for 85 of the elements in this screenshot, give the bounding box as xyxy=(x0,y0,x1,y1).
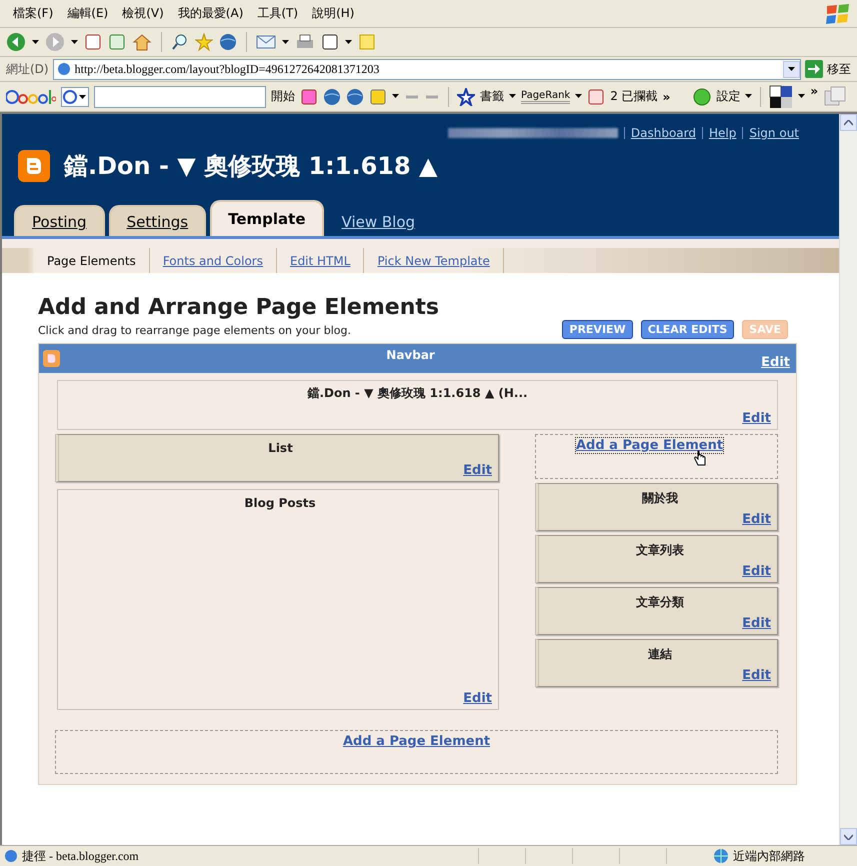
hand-cursor-icon xyxy=(693,450,708,468)
page-widget[interactable]: 關於我 Edit xyxy=(535,483,778,531)
caret-icon[interactable] xyxy=(71,40,78,44)
edit-link[interactable]: Edit xyxy=(742,411,771,426)
menu-item[interactable]: 工具(T) xyxy=(250,5,306,22)
widget-title: 關於我 xyxy=(641,490,679,507)
subtab[interactable]: Pick New Template xyxy=(364,248,504,273)
dropdown-icon[interactable] xyxy=(783,60,800,78)
menu-item[interactable]: 檔案(F) xyxy=(6,5,60,22)
caret-icon[interactable] xyxy=(745,94,752,99)
address-label: 網址(D) xyxy=(6,60,49,78)
header-link[interactable]: Sign out xyxy=(749,126,799,140)
logo-icon xyxy=(43,350,60,367)
status-dot-icon xyxy=(693,88,712,106)
scrollbar-drawing[interactable] xyxy=(839,114,857,845)
subtab[interactable]: Page Elements xyxy=(34,248,150,273)
menu-item[interactable]: 說明(H) xyxy=(305,5,362,22)
caret-icon[interactable] xyxy=(575,94,582,99)
edit-link[interactable]: Edit xyxy=(463,463,492,478)
caret-icon[interactable] xyxy=(798,94,806,99)
header-link[interactable]: Help xyxy=(709,126,736,140)
caret-icon[interactable] xyxy=(788,66,795,72)
blocked-count[interactable]: 2 已攔截 xyxy=(610,88,658,105)
windows-logo-icon xyxy=(825,2,851,24)
star-outline-icon[interactable] xyxy=(457,88,475,106)
page-subheading: Click and drag to rearrange page elements on your blog. xyxy=(38,324,351,337)
settings-menu[interactable]: 設定 xyxy=(716,88,740,105)
page-widget[interactable]: 文章列表 Edit xyxy=(535,535,778,583)
tab[interactable]: Posting xyxy=(14,205,105,236)
caret-icon[interactable] xyxy=(345,40,352,44)
widget-title: List xyxy=(267,441,294,455)
menu-item[interactable]: 檢視(V) xyxy=(115,5,171,22)
add-element-link[interactable]: Add a Page Element xyxy=(342,734,490,749)
edit-link[interactable]: Edit xyxy=(742,564,771,579)
widget-title: 文章分類 xyxy=(635,594,685,611)
pagerank-meter: PageRank xyxy=(521,90,570,104)
grid-icon[interactable] xyxy=(769,84,794,108)
widget-title: 鐺.Don - ▼ 奧修玫瑰 1:1.618 ▲ (H... xyxy=(306,385,529,402)
edit-link[interactable]: Edit xyxy=(742,616,771,631)
page-heading: Add and Arrange Page Elements xyxy=(38,295,440,320)
widget-title: Blog Posts xyxy=(243,496,317,510)
google-search-field[interactable] xyxy=(94,86,266,108)
widget-title: 連結 xyxy=(647,646,673,663)
caret-icon[interactable] xyxy=(392,94,399,99)
caret-icon[interactable] xyxy=(32,40,39,44)
page-widget[interactable]: 文章分類 Edit xyxy=(535,587,778,635)
edit-link[interactable]: Edit xyxy=(463,691,492,706)
tab[interactable]: Settings xyxy=(108,205,206,236)
widget-title: 文章列表 xyxy=(635,542,685,559)
globe-icon[interactable] xyxy=(346,88,364,106)
add-element-link[interactable]: Add a Page Element xyxy=(576,438,724,453)
status-text: 捷徑 - beta.blogger.com xyxy=(22,848,140,864)
url-text: http://beta.blogger.com/layout?blogID=4961272642081371203 xyxy=(74,62,380,76)
caret-icon[interactable] xyxy=(509,94,516,99)
tab[interactable]: Template xyxy=(210,200,324,236)
google-menu-icon[interactable] xyxy=(61,86,89,106)
mail-icon[interactable] xyxy=(256,34,276,50)
edit-link[interactable]: Edit xyxy=(761,355,790,370)
logo-icon xyxy=(18,150,50,182)
edit-link[interactable]: Edit xyxy=(742,668,771,683)
go-button[interactable]: 移至 xyxy=(827,60,851,78)
subtab[interactable]: Fonts and Colors xyxy=(150,248,277,273)
menu-item[interactable]: 我的最愛(A) xyxy=(170,5,250,22)
widget-title: Navbar xyxy=(385,348,436,362)
more-button[interactable]: » xyxy=(662,90,670,104)
blog-posts-widget[interactable]: Blog Posts Edit xyxy=(57,489,499,710)
view-blog-link[interactable]: View Blog xyxy=(328,213,416,236)
blog-title: 鐺.Don - ▼ 奧修玫瑰 1:1.618 ▲ xyxy=(64,151,438,182)
page-widget[interactable]: List Edit xyxy=(55,434,499,482)
bookmarks-menu[interactable]: 書籤 xyxy=(480,88,504,105)
edit-link[interactable]: Edit xyxy=(742,512,771,527)
menu-item[interactable]: 編輯(E) xyxy=(60,5,116,22)
star-icon[interactable] xyxy=(195,33,213,51)
back-icon[interactable] xyxy=(6,32,26,52)
search-button[interactable]: 開始 xyxy=(271,88,295,105)
caret-icon[interactable] xyxy=(282,40,289,44)
zone-text: 近端內部網路 xyxy=(733,848,806,864)
address-field[interactable]: http://beta.blogger.com/layout?blogID=4961272642081371203 xyxy=(52,58,801,80)
home-icon[interactable] xyxy=(132,33,152,51)
subtab[interactable]: Edit HTML xyxy=(276,248,364,273)
page-widget[interactable]: 連結 Edit xyxy=(535,639,778,687)
more-button[interactable]: » xyxy=(810,84,818,98)
search-icon[interactable] xyxy=(171,33,189,51)
printer-icon[interactable] xyxy=(295,33,315,51)
header-link[interactable]: Dashboard xyxy=(630,126,696,140)
